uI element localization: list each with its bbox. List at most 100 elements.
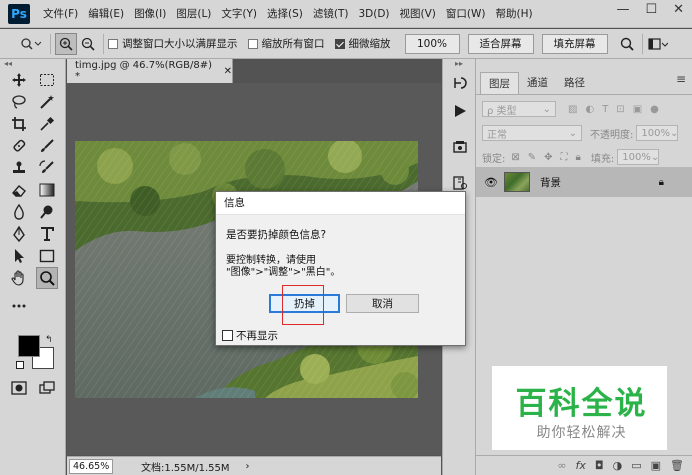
zoom-in-icon[interactable] xyxy=(55,32,77,55)
checkbox-checked-icon[interactable] xyxy=(334,38,345,49)
menu-3d[interactable]: 3D(D) xyxy=(353,0,394,28)
healing-brush-tool-icon[interactable] xyxy=(8,135,30,157)
tab-layers[interactable]: 图层 xyxy=(480,72,519,94)
close-button[interactable]: ✕ xyxy=(673,2,684,17)
zoom-tool-icon[interactable] xyxy=(36,267,58,289)
marquee-tool-icon[interactable] xyxy=(36,69,58,91)
new-group-icon[interactable]: ▭ xyxy=(631,459,641,472)
workspace-switcher-icon[interactable] xyxy=(647,33,669,55)
filter-adjustment-icon[interactable]: ◐ xyxy=(585,104,594,115)
stamp-tool-icon[interactable] xyxy=(8,157,30,179)
pen-tool-icon[interactable] xyxy=(8,223,30,245)
blur-tool-icon[interactable] xyxy=(8,201,30,223)
type-tool-icon[interactable] xyxy=(36,223,58,245)
layer-name[interactable]: 背景 xyxy=(540,175,561,190)
brush-tool-icon[interactable] xyxy=(36,135,58,157)
zoom-all-checkbox[interactable]: 缩放所有窗口 xyxy=(247,36,325,51)
history-brush-tool-icon[interactable] xyxy=(36,157,58,179)
tab-paths[interactable]: 路径 xyxy=(556,72,593,94)
scrubby-zoom-checkbox[interactable]: 细微缩放 xyxy=(334,36,391,51)
filter-smart-object-icon[interactable]: ▣ xyxy=(633,104,642,115)
dont-show-again-checkbox[interactable]: 不再显示 xyxy=(222,328,278,343)
menu-image[interactable]: 图像(I) xyxy=(129,0,171,28)
add-mask-icon[interactable]: ◘ xyxy=(595,459,604,472)
crop-tool-icon[interactable] xyxy=(8,113,30,135)
layer-kind-filter-label: ρ 类型 xyxy=(487,105,517,117)
document-tab[interactable]: timg.jpg @ 46.7%(RGB/8#) * ✕ xyxy=(67,59,233,83)
checkbox-icon[interactable] xyxy=(222,330,233,341)
delete-layer-icon[interactable]: 🗑︎ xyxy=(670,459,684,472)
minimize-button[interactable]: — xyxy=(616,2,629,17)
layer-row-background[interactable]: 👁︎ 背景 🔒︎ xyxy=(476,167,692,197)
opacity-field[interactable]: 100% ⌄ xyxy=(636,125,679,141)
tools-panel: ◂◂ ↰ xyxy=(0,59,66,475)
path-selection-tool-icon[interactable] xyxy=(8,245,30,267)
screen-mode-icon[interactable] xyxy=(36,377,58,399)
menu-help[interactable]: 帮助(H) xyxy=(491,0,538,28)
search-icon[interactable] xyxy=(616,33,638,55)
lock-paint-icon[interactable]: ✎ xyxy=(528,152,536,163)
blend-mode-select[interactable]: 正常 ⌄ xyxy=(482,125,582,141)
quick-mask-icon[interactable] xyxy=(8,377,30,399)
restore-button[interactable]: ☐ xyxy=(645,2,657,17)
adjustment-layer-icon[interactable]: ◑ xyxy=(613,459,623,472)
layer-kind-filter[interactable]: ρ 类型 ⌄ xyxy=(482,101,556,117)
gradient-tool-icon[interactable] xyxy=(36,179,58,201)
default-colors-icon[interactable] xyxy=(16,361,24,369)
foreground-color-swatch[interactable] xyxy=(18,335,40,357)
visibility-eye-icon[interactable]: 👁︎ xyxy=(484,176,498,189)
menu-filter[interactable]: 滤镜(T) xyxy=(308,0,354,28)
close-document-icon[interactable]: ✕ xyxy=(224,66,232,77)
cancel-button[interactable]: 取消 xyxy=(346,294,419,313)
lasso-tool-icon[interactable] xyxy=(8,91,30,113)
lock-transparent-icon[interactable]: ⊠ xyxy=(511,152,519,163)
tab-channels[interactable]: 通道 xyxy=(519,72,556,94)
fill-field[interactable]: 100% ⌄ xyxy=(617,149,660,165)
resize-windows-label: 调整窗口大小以满屏显示 xyxy=(122,38,238,50)
new-layer-icon[interactable]: ▣ xyxy=(651,459,661,472)
link-layers-icon[interactable]: ∞ xyxy=(557,459,566,472)
filter-toggle-icon[interactable]: ● xyxy=(650,104,659,115)
zoom-tool-preset-icon[interactable] xyxy=(16,33,46,55)
zoom-out-icon[interactable] xyxy=(77,33,99,55)
rectangle-tool-icon[interactable] xyxy=(36,245,58,267)
fit-screen-button[interactable]: 适合屏幕 xyxy=(467,33,534,54)
menu-edit[interactable]: 编辑(E) xyxy=(83,0,129,28)
layer-style-icon[interactable]: fx xyxy=(576,459,586,472)
panel-grip-icon[interactable]: ◂◂ xyxy=(0,59,65,69)
move-tool-icon[interactable] xyxy=(8,69,30,91)
lock-artboard-icon[interactable]: ⛶ xyxy=(561,152,568,163)
panel-menu-icon[interactable]: ≡ xyxy=(676,72,686,86)
filter-pixel-icon[interactable]: ▨ xyxy=(568,104,577,115)
menu-select[interactable]: 选择(S) xyxy=(262,0,308,28)
resize-windows-checkbox[interactable]: 调整窗口大小以满屏显示 xyxy=(108,36,238,51)
menu-file[interactable]: 文件(F) xyxy=(38,0,83,28)
panel-grip-icon[interactable]: ▸▸ xyxy=(443,59,475,69)
lock-position-icon[interactable]: ✥ xyxy=(544,152,552,163)
magic-wand-tool-icon[interactable] xyxy=(36,91,58,113)
dodge-tool-icon[interactable] xyxy=(36,201,58,223)
properties-panel-icon[interactable] xyxy=(443,133,477,161)
menu-window[interactable]: 窗口(W) xyxy=(441,0,491,28)
menu-type[interactable]: 文字(Y) xyxy=(216,0,262,28)
history-panel-icon[interactable] xyxy=(443,69,477,97)
menu-view[interactable]: 视图(V) xyxy=(395,0,441,28)
checkbox-icon[interactable] xyxy=(108,38,118,49)
fill-screen-button[interactable]: 填充屏幕 xyxy=(541,33,608,54)
eyedropper-tool-icon[interactable] xyxy=(36,113,58,135)
swap-colors-icon[interactable]: ↰ xyxy=(45,335,53,345)
zoom-level-field[interactable]: 46.65% xyxy=(69,458,113,474)
status-menu-arrow-icon[interactable]: › xyxy=(246,461,250,472)
hand-tool-icon[interactable] xyxy=(8,267,30,289)
layer-lock-icon[interactable]: 🔒︎ xyxy=(659,177,664,188)
filter-shape-icon[interactable]: ⊡ xyxy=(616,104,624,115)
checkbox-icon[interactable] xyxy=(247,38,258,49)
zoom-100-button[interactable]: 100% xyxy=(404,33,460,54)
lock-all-icon[interactable]: 🔒︎ xyxy=(576,152,581,163)
eraser-tool-icon[interactable] xyxy=(8,179,30,201)
more-tools-icon[interactable] xyxy=(8,295,30,317)
dialog-message-line2: "图像">"调整">"黑白"。 xyxy=(226,267,341,278)
filter-type-icon[interactable]: T xyxy=(602,104,608,115)
menu-layer[interactable]: 图层(L) xyxy=(171,0,216,28)
actions-panel-icon[interactable] xyxy=(443,97,477,125)
